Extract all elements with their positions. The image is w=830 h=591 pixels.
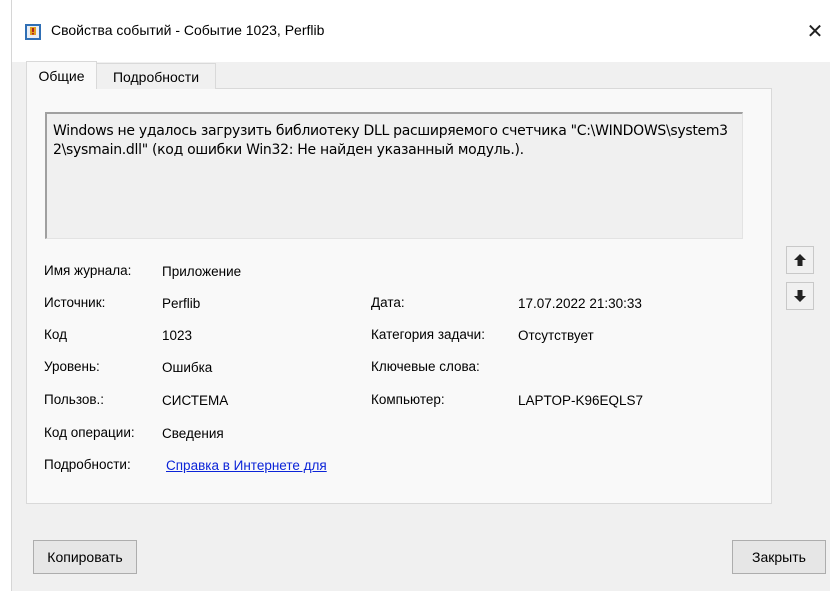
event-viewer-icon bbox=[25, 24, 41, 40]
opcode-label: Код операции: bbox=[44, 425, 135, 440]
level-label: Уровень: bbox=[44, 359, 100, 374]
copy-button[interactable]: Копировать bbox=[33, 540, 137, 574]
keywords-label: Ключевые слова: bbox=[371, 359, 480, 374]
window-title: Свойства событий - Событие 1023, Perflib bbox=[51, 22, 325, 38]
window-left-edge bbox=[0, 0, 12, 591]
next-event-button[interactable] bbox=[786, 282, 814, 310]
task-category-label: Категория задачи: bbox=[371, 327, 485, 342]
event-id-label: Код bbox=[44, 327, 67, 342]
opcode-value: Сведения bbox=[162, 426, 224, 441]
event-description[interactable]: Windows не удалось загрузить библиотеку … bbox=[45, 112, 743, 239]
log-name-value: Приложение bbox=[162, 264, 242, 279]
arrow-up-icon bbox=[794, 254, 806, 266]
task-category-value: Отсутствует bbox=[518, 328, 594, 343]
user-value: СИСТЕМА bbox=[162, 393, 229, 408]
user-label: Пользов.: bbox=[44, 392, 105, 407]
online-help-link[interactable]: Справка в Интернете для bbox=[166, 458, 327, 473]
event-properties-window: Свойства событий - Событие 1023, Perflib… bbox=[0, 0, 830, 591]
source-value: Perflib bbox=[162, 296, 201, 311]
computer-value: LAPTOP-K96EQLS7 bbox=[518, 393, 644, 408]
tab-general[interactable]: Общие bbox=[26, 61, 97, 89]
level-value: Ошибка bbox=[162, 360, 213, 375]
tab-details[interactable]: Подробности bbox=[97, 63, 216, 89]
close-button[interactable]: Закрыть bbox=[732, 540, 826, 574]
title-bar: Свойства событий - Событие 1023, Perflib… bbox=[0, 0, 830, 62]
event-id-value: 1023 bbox=[162, 328, 193, 343]
computer-label: Компьютер: bbox=[371, 392, 445, 407]
previous-event-button[interactable] bbox=[786, 246, 814, 274]
more-info-label: Подробности: bbox=[44, 457, 131, 472]
date-label: Дата: bbox=[371, 295, 405, 310]
close-icon[interactable]: ✕ bbox=[800, 14, 830, 48]
log-name-label: Имя журнала: bbox=[44, 263, 132, 278]
date-value: 17.07.2022 21:30:33 bbox=[518, 296, 642, 311]
arrow-down-icon bbox=[794, 290, 806, 302]
source-label: Источник: bbox=[44, 295, 106, 310]
